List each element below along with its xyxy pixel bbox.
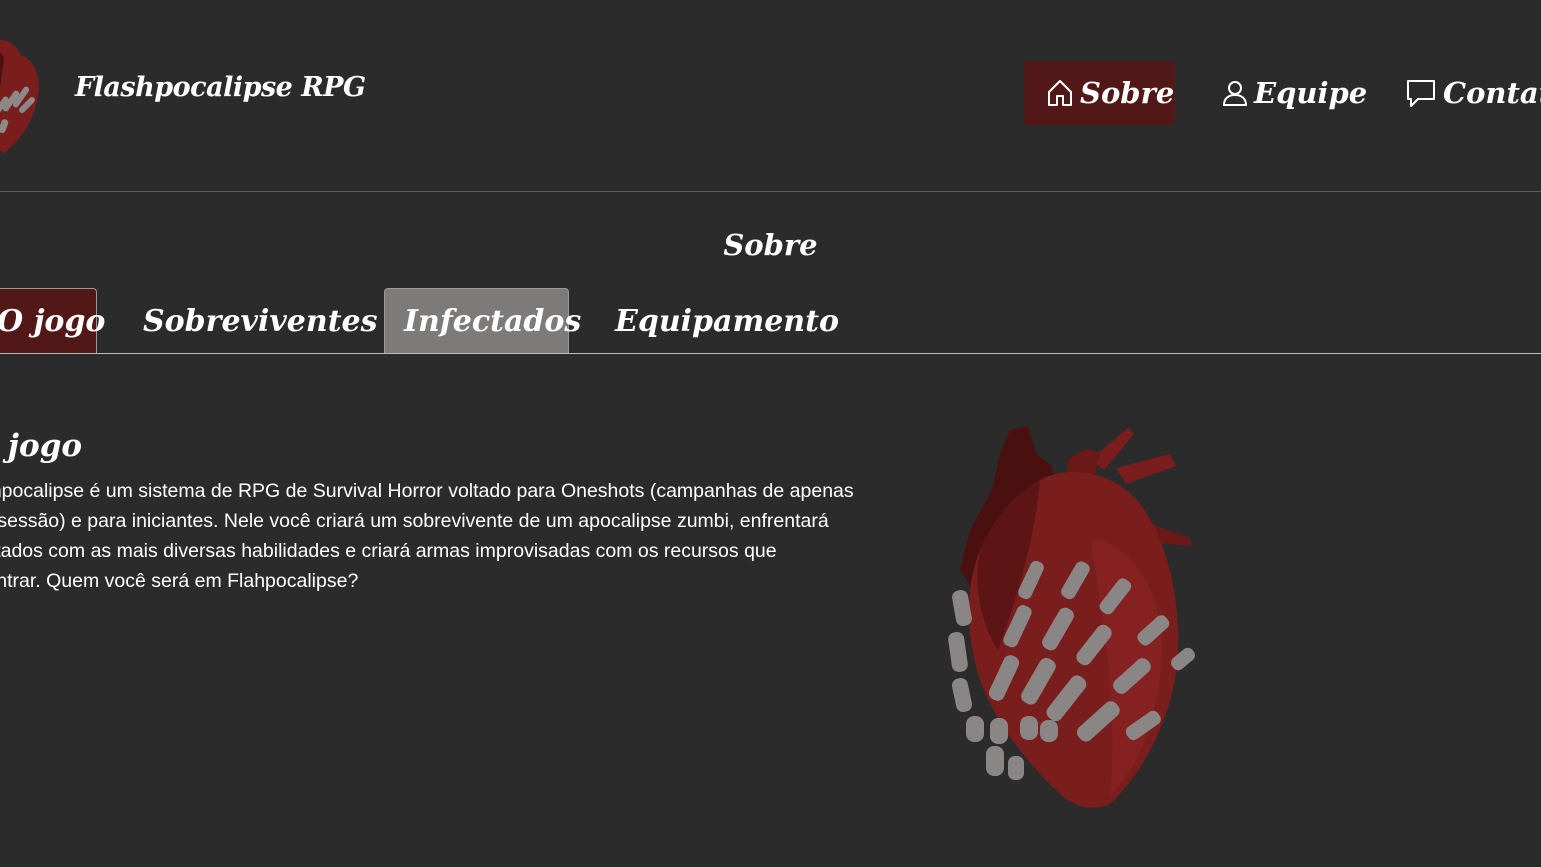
tabs-divider [0,353,1541,354]
paragraph-line: uma sessão) e para iniciantes. Nele você… [0,510,829,532]
paragraph-line: Flashpocalipse é um sistema de RPG de Su… [0,480,854,502]
paragraph-line: infectados com as mais diversas habilida… [0,540,777,562]
nav-equipe[interactable]: Equipe [1222,61,1367,125]
paragraph-line: encontrar. Quem você será em Flahpocalip… [0,570,359,592]
tab-o-jogo[interactable]: O jogo [0,288,105,354]
tab-equipamento[interactable]: Equipamento [615,288,839,354]
site-title[interactable]: Flashpocalipse RPG [75,72,366,103]
nav-sobre[interactable]: Sobre [1024,61,1175,125]
heart-skeleton-hand-logo[interactable] [0,35,44,157]
nav-contato[interactable]: Contato [1405,61,1541,125]
tab-sobreviventes[interactable]: Sobreviventes [143,288,378,354]
tab-infectados[interactable]: Infectados [384,288,581,354]
section-title: Sobre [723,228,818,262]
chat-bubble-icon [1407,80,1435,107]
nav-label: Equipe [1254,76,1368,110]
nav-label: Sobre [1080,76,1175,110]
user-icon [1222,81,1248,106]
home-icon [1048,80,1072,106]
nav-label: Contato [1443,76,1541,110]
site-header: Flashpocalipse RPG Sobre Equipe Contato [0,0,1541,192]
heart-skeleton-hand-illustration [948,426,1196,808]
content-heading: O jogo [0,428,83,464]
content-paragraph: Flashpocalipse é um sistema de RPG de Su… [0,476,884,596]
